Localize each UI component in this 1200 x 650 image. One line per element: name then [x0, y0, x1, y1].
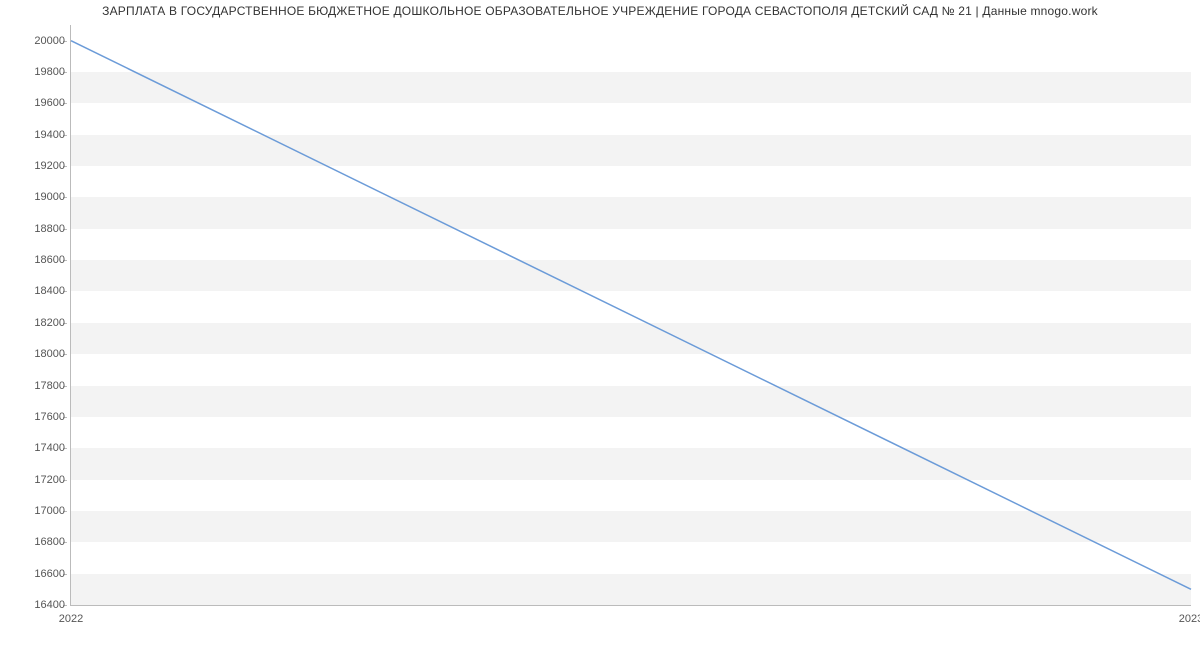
y-axis-label: 18200	[34, 317, 65, 329]
y-axis-label: 17000	[34, 505, 65, 517]
y-axis-label: 16400	[34, 599, 65, 611]
x-axis-label: 2023	[1179, 613, 1200, 625]
plot-area: 20222023	[70, 25, 1191, 606]
y-axis-label: 17400	[34, 442, 65, 454]
y-axis-label: 19800	[34, 66, 65, 78]
y-axis-label: 18600	[34, 254, 65, 266]
y-axis-label: 16600	[34, 568, 65, 580]
line-layer	[71, 25, 1191, 605]
y-axis-label: 17800	[34, 380, 65, 392]
chart-container: ЗАРПЛАТА В ГОСУДАРСТВЕННОЕ БЮДЖЕТНОЕ ДОШ…	[0, 0, 1200, 650]
y-axis-label: 19600	[34, 97, 65, 109]
y-axis-label: 19400	[34, 129, 65, 141]
chart-title: ЗАРПЛАТА В ГОСУДАРСТВЕННОЕ БЮДЖЕТНОЕ ДОШ…	[0, 4, 1200, 18]
y-axis-label: 17600	[34, 411, 65, 423]
y-axis-label: 18000	[34, 348, 65, 360]
y-axis-label: 18400	[34, 285, 65, 297]
y-axis-label: 17200	[34, 474, 65, 486]
y-axis-label: 18800	[34, 223, 65, 235]
y-axis-label: 16800	[34, 536, 65, 548]
y-axis-label: 20000	[34, 35, 65, 47]
y-axis-label: 19200	[34, 160, 65, 172]
series-line	[71, 41, 1191, 590]
x-axis-label: 2022	[59, 613, 83, 625]
y-axis-label: 19000	[34, 191, 65, 203]
